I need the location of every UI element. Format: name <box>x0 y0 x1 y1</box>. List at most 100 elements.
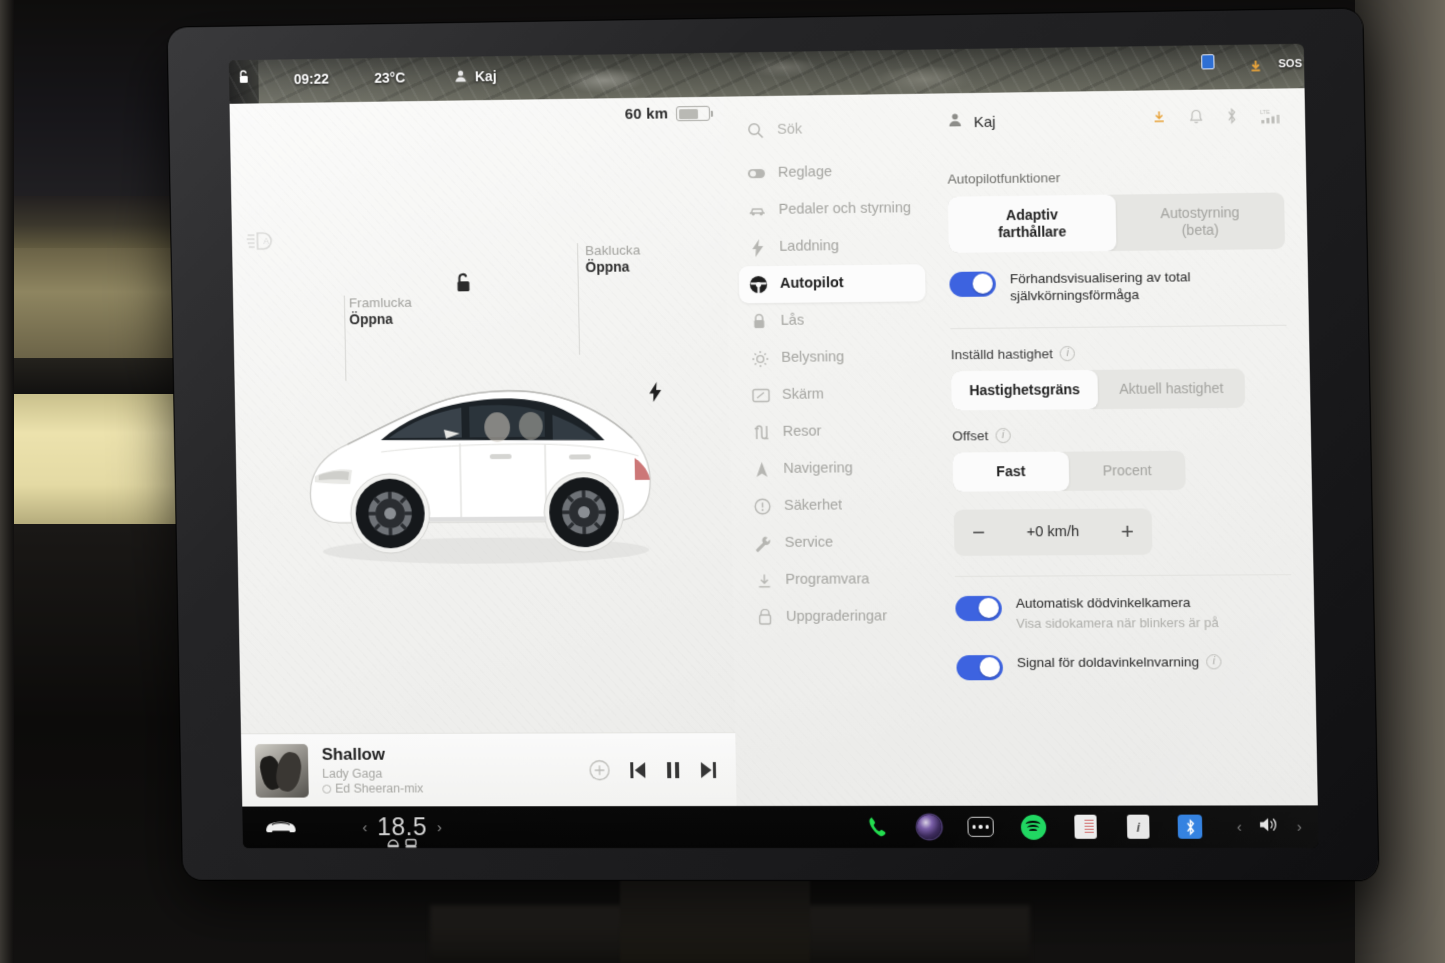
media-player[interactable]: Shallow Lady Gaga Ed Sheeran-mix <box>240 732 737 807</box>
autopilot-mode-tabs[interactable]: Adaptiv farthållare Autostyrning (beta) <box>947 192 1286 253</box>
range-indicator[interactable]: 60 km <box>625 105 711 123</box>
download-icon <box>754 571 773 590</box>
fsd-preview-setting[interactable]: Förhandsvisualisering av total självkörn… <box>949 267 1286 307</box>
settings-panel[interactable]: Sök Reglage Pedaler och styrning Laddnin… <box>723 88 1318 807</box>
sidebar-item-sakerhet[interactable]: Säkerhet <box>743 487 930 525</box>
search-input[interactable]: Sök <box>736 110 923 150</box>
sidebar-label: Resor <box>782 423 822 441</box>
fsd-preview-toggle[interactable] <box>949 271 997 297</box>
track-source-label: Ed Sheeran-mix <box>335 781 424 796</box>
blind-spot-camera-title: Automatisk dödvinkelkamera <box>1015 594 1191 611</box>
media-controls[interactable] <box>588 759 722 781</box>
bluetooth-icon[interactable] <box>1177 814 1203 839</box>
blind-spot-camera-toggle[interactable] <box>955 595 1003 621</box>
driver-profile-name[interactable]: Kaj <box>475 68 497 84</box>
phone-icon[interactable] <box>865 814 892 840</box>
app-launcher-icons[interactable]: i <box>865 814 1211 840</box>
sidebar-item-belysning[interactable]: Belysning <box>740 338 927 377</box>
calendar-icon[interactable] <box>1072 814 1099 840</box>
option-fast[interactable]: Fast <box>952 451 1070 492</box>
car-model-image[interactable] <box>285 322 675 574</box>
camera-icon[interactable] <box>917 814 942 839</box>
settings-sidebar[interactable]: Sök Reglage Pedaler och styrning Laddnin… <box>724 94 945 806</box>
bell-icon[interactable] <box>1189 108 1204 129</box>
tab-adaptiv-farthallare[interactable]: Adaptiv farthållare <box>947 194 1117 253</box>
sidebar-item-programvara[interactable]: Programvara <box>744 561 931 599</box>
wrench-icon <box>754 534 773 553</box>
tab-autostyrning[interactable]: Autostyrning (beta) <box>1115 192 1285 250</box>
rear-trunk-control[interactable]: Baklucka Öppna <box>577 242 641 355</box>
info-icon[interactable]: i <box>1059 346 1076 362</box>
next-track-icon[interactable] <box>700 761 717 779</box>
front-trunk-control[interactable]: Framlucka Öppna <box>343 295 413 381</box>
bluetooth-icon[interactable] <box>1225 107 1238 129</box>
offset-options[interactable]: Fast Procent <box>952 450 1186 492</box>
sidebar-item-autopilot[interactable]: Autopilot <box>738 264 926 304</box>
album-art[interactable] <box>254 743 309 798</box>
info-icon[interactable]: i <box>1206 654 1222 670</box>
sidebar-item-uppgraderingar[interactable]: Uppgraderingar <box>745 598 932 636</box>
download-icon[interactable] <box>1151 109 1167 129</box>
pause-icon[interactable] <box>666 761 680 779</box>
set-speed-options[interactable]: Hastighetsgräns Aktuell hastighet <box>951 368 1246 411</box>
chevron-left-icon[interactable]: ‹ <box>1237 818 1242 835</box>
car-visualization-panel[interactable]: 60 km A Framlucka Öppna Baklucka Öppna S… <box>229 96 737 807</box>
offset-decrease-button[interactable]: − <box>972 519 985 544</box>
info-icon[interactable]: i <box>995 428 1011 444</box>
blind-spot-camera-setting[interactable]: Automatisk dödvinkelkamera Visa sidokame… <box>955 593 1292 632</box>
offset-increase-button[interactable]: + <box>1121 518 1134 543</box>
sidebar-item-resor[interactable]: Resor <box>741 413 928 452</box>
touchscreen-bezel: 09:22 23°C Kaj SOS 60 km A Framlucka Öpp… <box>167 8 1379 881</box>
option-procent[interactable]: Procent <box>1069 451 1186 491</box>
offset-label-row: Offset i <box>952 426 1288 444</box>
volume-control[interactable]: ‹ › <box>1236 815 1302 838</box>
more-apps-icon[interactable] <box>967 814 994 840</box>
add-circle-icon[interactable] <box>588 759 610 781</box>
sidebar-item-pedaler-och-styrning[interactable]: Pedaler och styrning <box>737 190 924 229</box>
climate-control[interactable]: ‹ 18.5 › <box>362 813 442 842</box>
spotify-icon[interactable] <box>1020 814 1047 840</box>
download-arrow-icon[interactable] <box>1248 58 1264 77</box>
sidebar-item-laddning[interactable]: Laddning <box>738 227 925 266</box>
chevron-left-icon[interactable]: ‹ <box>362 819 367 836</box>
info-card-icon[interactable]: i <box>1125 814 1152 840</box>
offset-value: +0 km/h <box>1026 523 1080 541</box>
car-interior-scene: 09:22 23°C Kaj SOS 60 km A Framlucka Öpp… <box>0 0 1445 963</box>
blind-spot-warning-setting[interactable]: Signal för doldavinkelnvarning i <box>956 653 1293 681</box>
defrost-front-icon[interactable] <box>387 835 400 848</box>
option-hastighetsgrans[interactable]: Hastighetsgräns <box>951 370 1099 411</box>
sidebar-item-reglage[interactable]: Reglage <box>737 153 924 192</box>
offset-stepper[interactable]: − +0 km/h + <box>953 508 1153 556</box>
set-speed-label: Inställd hastighet <box>950 346 1054 363</box>
sos-button[interactable]: SOS <box>1278 58 1302 70</box>
bottom-dock[interactable]: ‹ 18.5 › i ‹ › <box>242 805 1319 848</box>
fsd-label-line1: Förhandsvisualisering av total <box>1009 268 1191 286</box>
sidebar-item-service[interactable]: Service <box>743 524 930 562</box>
front-trunk-action: Öppna <box>349 310 394 328</box>
unlocked-padlock-icon[interactable] <box>454 271 476 300</box>
settings-content[interactable]: Kaj LTE Autopilotfunktioner Adaptiv fart… <box>932 88 1318 806</box>
chevron-right-icon[interactable]: › <box>437 819 442 836</box>
chevron-right-icon[interactable]: › <box>1297 818 1302 835</box>
touchscreen-display[interactable]: 09:22 23°C Kaj SOS 60 km A Framlucka Öpp… <box>228 43 1319 849</box>
defrost-indicators <box>387 835 418 848</box>
sidebar-label: Pedaler och styrning <box>778 200 912 219</box>
navigation-icon <box>752 460 771 479</box>
blind-spot-camera-subtitle: Visa sidokamera när blinkers är på <box>1016 614 1219 631</box>
speaker-icon[interactable] <box>1258 815 1281 838</box>
charge-bolt-icon[interactable] <box>648 381 662 407</box>
option-aktuell-hastighet[interactable]: Aktuell hastighet <box>1097 369 1245 409</box>
unlock-icon[interactable] <box>237 69 253 85</box>
sidebar-item-navigering[interactable]: Navigering <box>742 450 929 488</box>
defrost-rear-icon[interactable] <box>405 835 418 848</box>
sidebar-item-skarm[interactable]: Skärm <box>741 376 928 415</box>
sidebar-item-las[interactable]: Lås <box>739 301 926 340</box>
blind-spot-warning-toggle[interactable] <box>956 654 1004 681</box>
lte-signal-icon[interactable]: LTE <box>1260 107 1283 130</box>
account-row[interactable]: Kaj LTE <box>946 107 1283 134</box>
map-marker-icon[interactable] <box>1201 54 1215 70</box>
car-front-icon[interactable] <box>264 815 298 840</box>
status-icons[interactable]: LTE <box>1151 107 1283 131</box>
previous-track-icon[interactable] <box>630 761 646 779</box>
sidebar-label: Laddning <box>779 238 840 256</box>
